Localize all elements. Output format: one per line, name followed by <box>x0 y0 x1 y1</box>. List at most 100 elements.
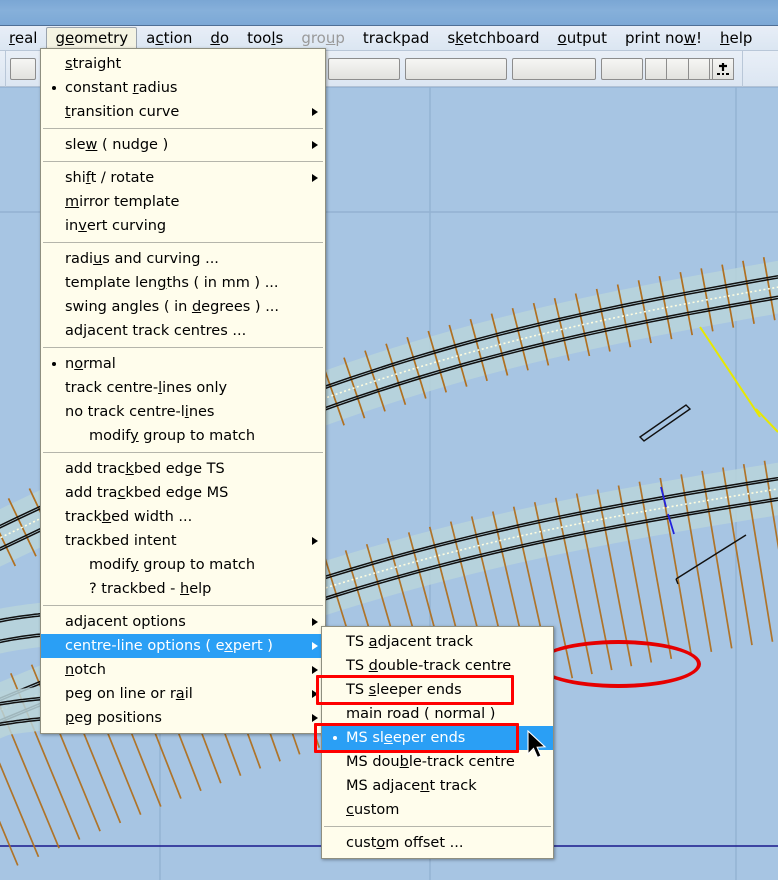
geometry-menu-item-trackbed-help[interactable]: ? trackbed - help <box>41 577 325 601</box>
geometry-menu-item-add-trackbed-edge-ms[interactable]: add trackbed edge MS <box>41 481 325 505</box>
menubar-item-help[interactable]: help <box>711 27 761 50</box>
geometry-menu-item-peg-on-line-or-rail[interactable]: peg on line or rail <box>41 682 325 706</box>
geometry-menu-item-label: transition curve <box>65 104 180 120</box>
submenu-arrow-icon <box>312 666 318 674</box>
geometry-menu-item-label: adjacent track centres ... <box>65 323 247 339</box>
geometry-menu-separator <box>43 347 323 348</box>
geometry-menu-item-invert-curving[interactable]: invert curving <box>41 214 325 238</box>
submenu-arrow-icon <box>312 537 318 545</box>
toolbar-button-stop[interactable] <box>601 58 643 80</box>
geometry-menu-item-constant-radius[interactable]: constant radius <box>41 76 325 100</box>
geometry-menu-item-centre-line-options-expert[interactable]: centre-line options ( expert ) <box>41 634 325 658</box>
fit-width-icon[interactable] <box>688 58 710 80</box>
geometry-menu-item-peg-positions[interactable]: peg positions <box>41 706 325 730</box>
submenu-arrow-icon <box>312 141 318 149</box>
centre-line-menu-item-main-road-normal[interactable]: main road ( normal ) <box>322 702 553 726</box>
menubar-item-trackpad[interactable]: trackpad <box>354 27 438 50</box>
geometry-menu-item-label: shift / rotate <box>65 170 155 186</box>
toolbar-divider-left <box>5 51 6 87</box>
zoom-out-button[interactable] <box>645 58 667 80</box>
menubar-item-output[interactable]: output <box>549 27 617 50</box>
radio-bullet-icon <box>333 736 337 740</box>
menubar-item-print-now-[interactable]: print now! <box>616 27 711 50</box>
back-arrow-button[interactable] <box>10 58 36 80</box>
menubar-item-do[interactable]: do <box>201 27 238 50</box>
centre-line-menu-item-custom-offset[interactable]: custom offset ... <box>322 831 553 855</box>
geometry-menu-separator <box>43 161 323 162</box>
geometry-menu-item-template-lengths-in-mm[interactable]: template lengths ( in mm ) ... <box>41 271 325 295</box>
geometry-menu-item-shift-rotate[interactable]: shift / rotate <box>41 166 325 190</box>
geometry-menu-item-label: add trackbed edge MS <box>65 485 229 501</box>
menubar-item-group[interactable]: group <box>292 27 354 50</box>
geometry-menu-separator <box>43 605 323 606</box>
geometry-menu-item-track-centre-lines-only[interactable]: track centre-lines only <box>41 376 325 400</box>
geometry-menu-item-swing-angles-in-degrees[interactable]: swing angles ( in degrees ) ... <box>41 295 325 319</box>
geometry-menu-item-trackbed-width[interactable]: trackbed width ... <box>41 505 325 529</box>
geometry-menu-item-label: peg positions <box>65 710 162 726</box>
geometry-menu-item-slew-nudge[interactable]: slew ( nudge ) <box>41 133 325 157</box>
window-title-bar <box>0 0 778 26</box>
geometry-menu-item-modify-group-to-match[interactable]: modify group to match <box>41 553 325 577</box>
menubar-item-real[interactable]: real <box>0 27 46 50</box>
centre-line-menu-separator <box>324 826 551 827</box>
fit-grid-icon[interactable] <box>712 58 734 80</box>
geometry-menu-separator <box>43 128 323 129</box>
centre-line-menu-item-ts-double-track-centre[interactable]: TS double-track centre <box>322 654 553 678</box>
geometry-menu-item-trackbed-intent[interactable]: trackbed intent <box>41 529 325 553</box>
geometry-menu-item-label: ? trackbed - help <box>89 581 212 597</box>
centre-line-menu-item-ts-sleeper-ends[interactable]: TS sleeper ends <box>322 678 553 702</box>
centre-line-menu-item-ms-sleeper-ends[interactable]: MS sleeper ends <box>322 726 553 750</box>
toolbar-button-roam-ctrl-f9[interactable] <box>405 58 507 80</box>
geometry-menu-separator <box>43 452 323 453</box>
geometry-menu-item-label: swing angles ( in degrees ) ... <box>65 299 280 315</box>
centre-line-menu-item-label: custom offset ... <box>346 835 464 851</box>
geometry-menu-item-modify-group-to-match[interactable]: modify group to match <box>41 424 325 448</box>
menubar-item-geometry[interactable]: geometry <box>46 26 138 50</box>
centre-line-menu-item-ms-double-track-centre[interactable]: MS double-track centre <box>322 750 553 774</box>
centre-line-options-submenu[interactable]: TS adjacent track TS double-track centre T… <box>314 626 554 859</box>
submenu-arrow-icon <box>312 618 318 626</box>
geometry-menu-item-label: slew ( nudge ) <box>65 137 169 153</box>
radio-bullet-icon <box>52 86 56 90</box>
geometry-menu-item-label: centre-line options ( expert ) <box>65 638 273 654</box>
geometry-menu-item-no-track-centre-lines[interactable]: no track centre-lines <box>41 400 325 424</box>
geometry-menu-item-label: straight <box>65 56 122 72</box>
geometry-menu-item-mirror-template[interactable]: mirror template <box>41 190 325 214</box>
menubar-item-action[interactable]: action <box>137 27 201 50</box>
submenu-arrow-icon <box>312 714 318 722</box>
geometry-menu-item-label: trackbed intent <box>65 533 177 549</box>
geometry-menu-item-label: constant radius <box>65 80 178 96</box>
geometry-menu-item-label: template lengths ( in mm ) ... <box>65 275 279 291</box>
toolbar-button-length-f4[interactable] <box>328 58 400 80</box>
menubar-item-sketchboard[interactable]: sketchboard <box>438 27 548 50</box>
menubar-item-tools[interactable]: tools <box>238 27 292 50</box>
zoom-button-group <box>645 58 689 80</box>
centre-line-menu-item-label: MS double-track centre <box>346 754 515 770</box>
centre-line-menu-item-custom[interactable]: custom <box>322 798 553 822</box>
geometry-menu-item-adjacent-options[interactable]: adjacent options <box>41 610 325 634</box>
centre-line-menu-item-ts-adjacent-track[interactable]: TS adjacent track <box>322 630 553 654</box>
geometry-menu-item-radius-and-curving[interactable]: radius and curving ... <box>41 247 325 271</box>
geometry-menu-item-adjacent-track-centres[interactable]: adjacent track centres ... <box>41 319 325 343</box>
submenu-arrow-icon <box>312 690 318 698</box>
geometry-menu-item-label: track centre-lines only <box>65 380 228 396</box>
geometry-menu-item-label: invert curving <box>65 218 167 234</box>
centre-line-menu-item-label: MS adjacent track <box>346 778 477 794</box>
fit-width-group <box>688 58 710 80</box>
geometry-menu-item-normal[interactable]: normal <box>41 352 325 376</box>
geometry-menu-item-label: modify group to match <box>89 428 256 444</box>
geometry-menu-item-label: trackbed width ... <box>65 509 193 525</box>
geometry-menu-item-transition-curve[interactable]: transition curve <box>41 100 325 124</box>
geometry-dropdown-menu[interactable]: straight constant radius transition curve s… <box>40 48 326 734</box>
geometry-menu-item-label: adjacent options <box>65 614 186 630</box>
toolbar-button-rotate-f8[interactable] <box>512 58 596 80</box>
centre-line-menu-item-label: custom <box>346 802 400 818</box>
centre-line-menu-item-ms-adjacent-track[interactable]: MS adjacent track <box>322 774 553 798</box>
geometry-menu-item-add-trackbed-edge-ts[interactable]: add trackbed edge TS <box>41 457 325 481</box>
centre-line-menu-item-label: TS adjacent track <box>346 634 473 650</box>
geometry-menu-item-notch[interactable]: notch <box>41 658 325 682</box>
toolbar-divider-right <box>742 51 743 87</box>
zoom-in-button[interactable] <box>667 58 689 80</box>
geometry-menu-item-label: notch <box>65 662 106 678</box>
geometry-menu-item-straight[interactable]: straight <box>41 52 325 76</box>
